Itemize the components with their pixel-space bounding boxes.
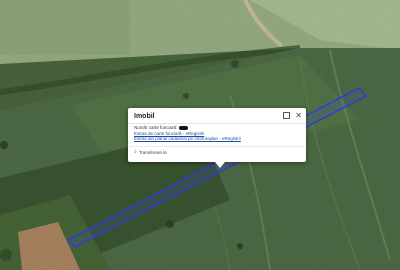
zoom-to-label: Transferare la bbox=[138, 149, 167, 155]
popup-title: Imobil bbox=[134, 113, 155, 120]
zoom-icon: ⌕ bbox=[134, 149, 137, 155]
popup-controls: ✕ bbox=[283, 112, 302, 120]
cadastral-plan-extract-link[interactable]: Extras din planul cadastral pe ortofotop… bbox=[134, 136, 241, 141]
maximize-icon[interactable] bbox=[283, 112, 291, 119]
popup-divider bbox=[128, 123, 306, 124]
zoom-to-button[interactable]: ⌕ Transferare la bbox=[134, 149, 167, 155]
popup-pointer bbox=[215, 162, 225, 168]
cad-number-label: Număr carte funciară: bbox=[134, 125, 178, 130]
feature-popup: Imobil ✕ Număr carte funciară: ​ Extras … bbox=[128, 108, 306, 168]
land-registry-extract-link[interactable]: Extras de carte funciară - eRegistrii bbox=[134, 131, 204, 136]
popup-footer-divider bbox=[128, 146, 306, 147]
map-view[interactable]: Imobil ✕ Număr carte funciară: ​ Extras … bbox=[0, 0, 400, 270]
cad-number-value: ​ bbox=[178, 125, 188, 131]
close-icon[interactable]: ✕ bbox=[295, 112, 302, 120]
popup-body: Număr carte funciară: ​ Extras de carte … bbox=[134, 125, 300, 142]
